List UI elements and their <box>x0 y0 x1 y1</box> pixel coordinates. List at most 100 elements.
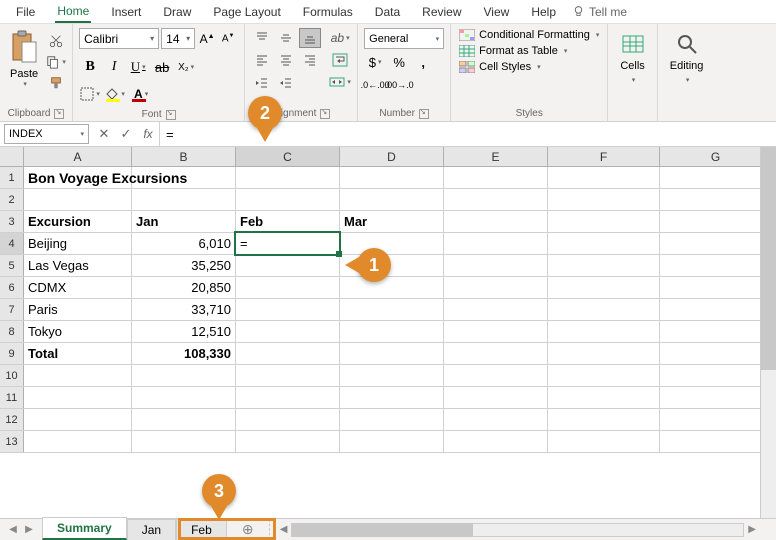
dialog-launcher-icon[interactable] <box>320 109 330 119</box>
row-header-2[interactable]: 2 <box>0 189 24 210</box>
cell-g1[interactable] <box>660 167 772 188</box>
borders-button[interactable]: ▾ <box>79 84 101 104</box>
cell-f2[interactable] <box>548 189 660 210</box>
row-header-8[interactable]: 8 <box>0 321 24 342</box>
menu-help[interactable]: Help <box>521 3 566 21</box>
conditional-formatting-button[interactable]: Conditional Formatting▾ <box>457 28 601 42</box>
column-header-e[interactable]: E <box>444 147 548 166</box>
editing-button[interactable]: Editing▾ <box>664 28 710 88</box>
cell-e8[interactable] <box>444 321 548 342</box>
cell-c6[interactable] <box>236 277 340 298</box>
cell-g13[interactable] <box>660 431 772 452</box>
cell-g7[interactable] <box>660 299 772 320</box>
cell-a4[interactable]: Beijing <box>24 233 132 254</box>
cell-f1[interactable] <box>548 167 660 188</box>
font-color-button[interactable]: A▾ <box>129 84 153 104</box>
cell-a6[interactable]: CDMX <box>24 277 132 298</box>
cell-f4[interactable] <box>548 233 660 254</box>
cell-d11[interactable] <box>340 387 444 408</box>
row-header-7[interactable]: 7 <box>0 299 24 320</box>
cell-c2[interactable] <box>236 189 340 210</box>
cell-g6[interactable] <box>660 277 772 298</box>
increase-font-button[interactable]: A▲ <box>197 28 217 49</box>
cell-c11[interactable] <box>236 387 340 408</box>
cell-d8[interactable] <box>340 321 444 342</box>
fill-color-button[interactable]: ▾ <box>103 84 127 104</box>
menu-draw[interactable]: Draw <box>153 3 201 21</box>
row-header-9[interactable]: 9 <box>0 343 24 364</box>
decrease-decimal-button[interactable]: .00→.0 <box>388 75 410 95</box>
row-header-6[interactable]: 6 <box>0 277 24 298</box>
cell-e10[interactable] <box>444 365 548 386</box>
underline-button[interactable]: U▾ <box>127 57 149 77</box>
cell-c8[interactable] <box>236 321 340 342</box>
row-header-4[interactable]: 4 <box>0 233 24 254</box>
cell-g11[interactable] <box>660 387 772 408</box>
horizontal-scroll-thumb[interactable] <box>292 523 472 537</box>
menu-pagelayout[interactable]: Page Layout <box>203 3 290 21</box>
decrease-font-button[interactable]: A▼ <box>218 28 238 49</box>
cell-c4[interactable]: = <box>236 233 340 254</box>
cell-g5[interactable] <box>660 255 772 276</box>
select-all-corner[interactable] <box>0 147 24 166</box>
align-left-button[interactable] <box>251 50 273 70</box>
enter-formula-button[interactable]: ✓ <box>115 122 137 146</box>
vertical-scrollbar[interactable] <box>760 147 776 518</box>
comma-format-button[interactable]: , <box>412 52 434 72</box>
increase-decimal-button[interactable]: .0←.00 <box>364 75 386 95</box>
cell-d7[interactable] <box>340 299 444 320</box>
cell-g3[interactable] <box>660 211 772 232</box>
cell-styles-button[interactable]: Cell Styles▾ <box>457 60 601 74</box>
sheet-tab-feb[interactable]: Feb <box>176 519 227 540</box>
cell-f8[interactable] <box>548 321 660 342</box>
align-right-button[interactable] <box>299 50 321 70</box>
cell-e2[interactable] <box>444 189 548 210</box>
cell-f5[interactable] <box>548 255 660 276</box>
cells-button[interactable]: Cells▾ <box>614 28 650 88</box>
row-header-12[interactable]: 12 <box>0 409 24 430</box>
menu-insert[interactable]: Insert <box>101 3 151 21</box>
sheet-nav-next[interactable]: ▶ <box>22 524 36 535</box>
paste-button[interactable]: Paste ▾ <box>6 28 42 90</box>
decrease-indent-button[interactable] <box>251 73 273 93</box>
cell-f9[interactable] <box>548 343 660 364</box>
horizontal-scrollbar[interactable]: ◀ ▶ <box>280 519 776 540</box>
row-header-3[interactable]: 3 <box>0 211 24 232</box>
cell-b3[interactable]: Jan <box>132 211 236 232</box>
cell-d4[interactable] <box>340 233 444 254</box>
cell-a12[interactable] <box>24 409 132 430</box>
cell-a11[interactable] <box>24 387 132 408</box>
column-header-a[interactable]: A <box>24 147 132 166</box>
menu-formulas[interactable]: Formulas <box>293 3 363 21</box>
cell-f6[interactable] <box>548 277 660 298</box>
insert-function-button[interactable]: fx <box>137 122 159 146</box>
cell-e5[interactable] <box>444 255 548 276</box>
number-format-select[interactable]: General▾ <box>364 28 444 49</box>
dialog-launcher-icon[interactable] <box>166 110 176 120</box>
cell-c1[interactable] <box>236 167 340 188</box>
cell-d2[interactable] <box>340 189 444 210</box>
cell-b2[interactable] <box>132 189 236 210</box>
cell-e6[interactable] <box>444 277 548 298</box>
subscript-button[interactable]: X₂▾ <box>175 57 197 77</box>
increase-indent-button[interactable] <box>275 73 297 93</box>
row-header-10[interactable]: 10 <box>0 365 24 386</box>
cell-b12[interactable] <box>132 409 236 430</box>
cell-a2[interactable] <box>24 189 132 210</box>
row-header-5[interactable]: 5 <box>0 255 24 276</box>
align-middle-button[interactable] <box>275 28 297 48</box>
font-size-select[interactable]: 14 <box>161 28 195 49</box>
cell-c9[interactable] <box>236 343 340 364</box>
cell-a13[interactable] <box>24 431 132 452</box>
cell-b11[interactable] <box>132 387 236 408</box>
cell-f10[interactable] <box>548 365 660 386</box>
sheet-tab-jan[interactable]: Jan <box>127 519 176 540</box>
cell-b4[interactable]: 6,010 <box>132 233 236 254</box>
cell-b7[interactable]: 33,710 <box>132 299 236 320</box>
row-header-13[interactable]: 13 <box>0 431 24 452</box>
cell-c5[interactable] <box>236 255 340 276</box>
cell-e1[interactable] <box>444 167 548 188</box>
name-box[interactable]: INDEX▾ <box>4 124 89 144</box>
accounting-format-button[interactable]: $▾ <box>364 52 386 72</box>
cell-f7[interactable] <box>548 299 660 320</box>
